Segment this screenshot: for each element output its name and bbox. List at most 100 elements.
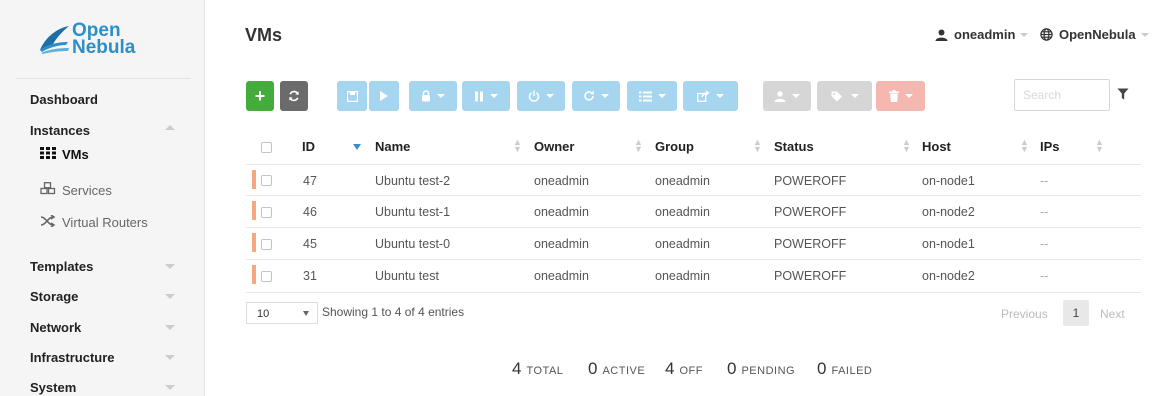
row-checkbox[interactable] xyxy=(261,239,272,250)
filter-icon[interactable] xyxy=(1117,88,1129,100)
search-input[interactable] xyxy=(1014,79,1110,111)
page-length-select[interactable]: 10 xyxy=(246,302,318,324)
state-indicator xyxy=(252,265,256,284)
column-header-id[interactable]: ID xyxy=(302,139,315,154)
cubes-icon xyxy=(40,182,62,198)
power-menu-button[interactable] xyxy=(517,81,565,111)
page-title: VMs xyxy=(245,25,283,45)
cell-name: Ubuntu test-2 xyxy=(375,174,451,188)
state-indicator xyxy=(252,170,256,189)
sort-icon[interactable]: ▲ ▼ xyxy=(1020,138,1029,154)
sort-icon[interactable]: ▲ ▼ xyxy=(902,138,911,154)
column-header-owner[interactable]: Owner xyxy=(534,139,574,154)
sidebar-item-infrastructure[interactable]: Infrastructure xyxy=(30,350,115,365)
sidebar-item-system[interactable]: System xyxy=(30,380,76,395)
share-menu-button[interactable] xyxy=(683,81,738,111)
tags-icon xyxy=(831,91,842,101)
chevron-down-icon xyxy=(904,94,913,98)
chevron-up-icon[interactable] xyxy=(165,125,175,130)
cell-status: POWEROFF xyxy=(774,237,847,251)
row-checkbox[interactable] xyxy=(261,271,272,282)
pagination-current-page[interactable]: 1 xyxy=(1063,300,1089,326)
delete-menu-button[interactable] xyxy=(876,81,925,111)
stat-active: 0 ACTIVE xyxy=(588,359,645,379)
sidebar-item-dashboard[interactable]: Dashboard xyxy=(30,92,98,107)
list-icon xyxy=(638,91,652,101)
username: oneadmin xyxy=(954,27,1016,42)
cell-ips: -- xyxy=(1040,269,1049,283)
chevron-down-icon[interactable] xyxy=(165,325,175,330)
sort-icon[interactable]: ▲ ▼ xyxy=(753,138,762,154)
stat-count: 4 xyxy=(512,359,522,378)
column-header-name[interactable]: Name xyxy=(375,139,410,154)
pagination-previous[interactable]: Previous xyxy=(1001,307,1048,321)
chevron-down-icon[interactable] xyxy=(165,294,175,299)
chevron-down-icon xyxy=(601,94,609,98)
chevron-down-icon[interactable] xyxy=(165,385,175,390)
user-menu[interactable]: oneadmin xyxy=(935,27,1029,42)
sidebar-item-network[interactable]: Network xyxy=(30,320,81,335)
cell-group: oneadmin xyxy=(655,237,710,251)
sidebar-item-templates[interactable]: Templates xyxy=(30,259,93,274)
lock-icon xyxy=(422,90,430,102)
sort-desc-icon[interactable] xyxy=(353,144,361,150)
select-all-checkbox[interactable] xyxy=(261,142,272,153)
stat-count: 4 xyxy=(665,359,675,378)
chevron-down-icon xyxy=(1140,32,1149,37)
column-header-status[interactable]: Status xyxy=(774,139,814,154)
stat-count: 0 xyxy=(817,359,827,378)
zone-name: OpenNebula xyxy=(1059,27,1136,42)
sidebar-item-services[interactable]: Services xyxy=(40,182,112,198)
stat-label: FAILED xyxy=(831,365,873,377)
chevron-down-icon[interactable] xyxy=(165,264,175,269)
labels-button[interactable] xyxy=(817,81,872,111)
sort-icon[interactable]: ▲ ▼ xyxy=(634,138,643,154)
column-header-ips[interactable]: IPs xyxy=(1040,139,1060,154)
cell-owner: oneadmin xyxy=(534,174,589,188)
stat-total: 4 TOTAL xyxy=(512,359,563,379)
cell-owner: oneadmin xyxy=(534,269,589,283)
cell-status: POWEROFF xyxy=(774,269,847,283)
share-icon xyxy=(697,90,710,102)
chevron-down-icon xyxy=(437,94,445,98)
row-checkbox[interactable] xyxy=(261,175,272,186)
cell-name: Ubuntu test-0 xyxy=(375,237,451,251)
list-menu-button[interactable] xyxy=(627,81,677,111)
chevron-down-icon[interactable] xyxy=(165,355,175,360)
opennebula-logo[interactable]: Open Nebula xyxy=(38,14,148,64)
random-icon xyxy=(40,214,62,230)
sort-icon[interactable]: ▲ ▼ xyxy=(513,138,522,154)
sidebar-item-label: Virtual Routers xyxy=(62,215,148,230)
sidebar-item-virtual-routers[interactable]: Virtual Routers xyxy=(40,214,148,230)
create-button[interactable]: + xyxy=(246,81,274,111)
pagination-next[interactable]: Next xyxy=(1100,307,1125,321)
cell-owner: oneadmin xyxy=(534,237,589,251)
power-icon xyxy=(528,90,540,102)
sidebar: Open Nebula Dashboard Instances VMs Serv… xyxy=(0,0,205,396)
row-checkbox[interactable] xyxy=(261,207,272,218)
sidebar-item-instances[interactable]: Instances xyxy=(30,123,90,138)
change-owner-button[interactable] xyxy=(763,81,811,111)
globe-icon xyxy=(1040,28,1053,41)
cell-group: oneadmin xyxy=(655,205,710,219)
cell-owner: oneadmin xyxy=(534,205,589,219)
lock-menu-button[interactable] xyxy=(409,81,457,111)
pause-menu-button[interactable] xyxy=(462,81,510,111)
zone-menu[interactable]: OpenNebula xyxy=(1040,27,1149,42)
sidebar-item-vms[interactable]: VMs xyxy=(40,147,89,162)
cell-ips: -- xyxy=(1040,174,1049,188)
deploy-button[interactable] xyxy=(369,81,399,111)
sort-icon[interactable]: ▲ ▼ xyxy=(1095,138,1104,154)
cell-name: Ubuntu test-1 xyxy=(375,205,451,219)
column-header-group[interactable]: Group xyxy=(655,139,694,154)
column-header-host[interactable]: Host xyxy=(922,139,951,154)
save-button[interactable] xyxy=(337,81,367,111)
stat-label: OFF xyxy=(679,365,703,377)
refresh-button[interactable] xyxy=(280,81,308,111)
state-indicator xyxy=(252,233,256,252)
nebula-swirl-icon xyxy=(40,26,69,54)
reboot-menu-button[interactable] xyxy=(572,81,620,111)
cell-id: 47 xyxy=(303,174,317,188)
stat-failed: 0 FAILED xyxy=(817,359,872,379)
sidebar-item-storage[interactable]: Storage xyxy=(30,289,78,304)
